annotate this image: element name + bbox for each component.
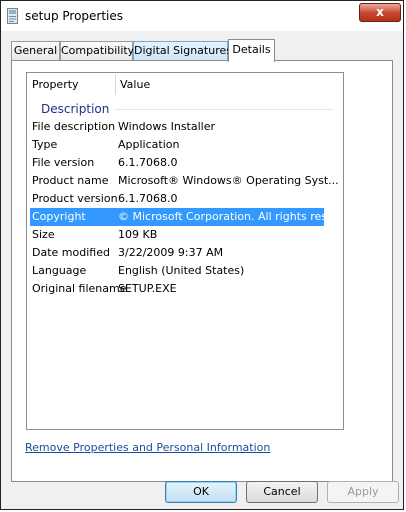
list-header: Property Value xyxy=(27,73,343,97)
close-icon: x xyxy=(376,5,384,19)
property-value: © Microsoft Corporation. All rights res.… xyxy=(118,210,338,223)
app-icon xyxy=(7,8,18,24)
group-divider xyxy=(115,109,333,110)
table-row[interactable]: Product version 6.1.7068.0 xyxy=(27,190,343,208)
title-bar[interactable]: setup Properties x xyxy=(1,1,403,31)
table-row[interactable]: File version 6.1.7068.0 xyxy=(27,154,343,172)
details-list[interactable]: Property Value Description File descript… xyxy=(26,72,344,430)
property-value: English (United States) xyxy=(118,264,245,277)
property-value: 3/22/2009 9:37 AM xyxy=(118,246,224,259)
tab-details[interactable]: Details xyxy=(228,39,275,62)
details-panel: Property Value Description File descript… xyxy=(11,60,393,482)
property-value: Application xyxy=(118,138,180,151)
property-name: Date modified xyxy=(32,246,110,259)
property-name: Original filename xyxy=(32,282,127,295)
property-rows: File description Windows Installer Type Ap… xyxy=(27,118,343,298)
table-row[interactable]: Product name Microsoft® Windows® Operatin… xyxy=(27,172,343,190)
table-row[interactable]: Size 109 KB xyxy=(27,226,343,244)
property-value: Windows Installer xyxy=(118,120,216,133)
property-name: Size xyxy=(32,228,55,241)
remove-properties-link[interactable]: Remove Properties and Personal Informati… xyxy=(25,441,270,454)
window-title: setup Properties xyxy=(25,9,124,23)
column-header-value[interactable]: Value xyxy=(120,78,150,91)
property-name: Language xyxy=(32,264,87,277)
table-row[interactable]: Type Application xyxy=(27,136,343,154)
table-row[interactable]: File description Windows Installer xyxy=(27,118,343,136)
property-name: Copyright xyxy=(32,210,86,223)
column-header-property[interactable]: Property xyxy=(32,78,79,91)
close-button[interactable]: x xyxy=(359,3,401,22)
table-row[interactable]: Date modified 3/22/2009 9:37 AM xyxy=(27,244,343,262)
property-value: 109 KB xyxy=(118,228,158,241)
tab-compatibility[interactable]: Compatibility xyxy=(60,41,134,61)
properties-window: setup Properties x General Compatibility… xyxy=(0,0,404,510)
column-divider[interactable] xyxy=(115,75,116,95)
property-name: Product name xyxy=(32,174,109,187)
cancel-button[interactable]: Cancel xyxy=(246,481,318,503)
property-name: Product version xyxy=(32,192,118,205)
apply-button[interactable]: Apply xyxy=(327,481,399,503)
tab-digital-signatures[interactable]: Digital Signatures xyxy=(133,41,232,61)
property-value: Microsoft® Windows® Operating Syst... xyxy=(118,174,339,187)
group-header-description: Description xyxy=(41,102,110,116)
table-row[interactable]: Original filename SETUP.EXE xyxy=(27,280,343,298)
property-value: 6.1.7068.0 xyxy=(118,156,178,169)
table-row[interactable]: Language English (United States) xyxy=(27,262,343,280)
table-row-selected[interactable]: Copyright © Microsoft Corporation. All ri… xyxy=(30,208,338,226)
property-name: Type xyxy=(32,138,58,151)
property-value: 6.1.7068.0 xyxy=(118,192,178,205)
tab-general[interactable]: General xyxy=(11,41,60,61)
ok-button[interactable]: OK xyxy=(165,481,237,503)
property-name: File version xyxy=(32,156,95,169)
property-name: File description xyxy=(32,120,116,133)
property-value: SETUP.EXE xyxy=(118,282,177,295)
